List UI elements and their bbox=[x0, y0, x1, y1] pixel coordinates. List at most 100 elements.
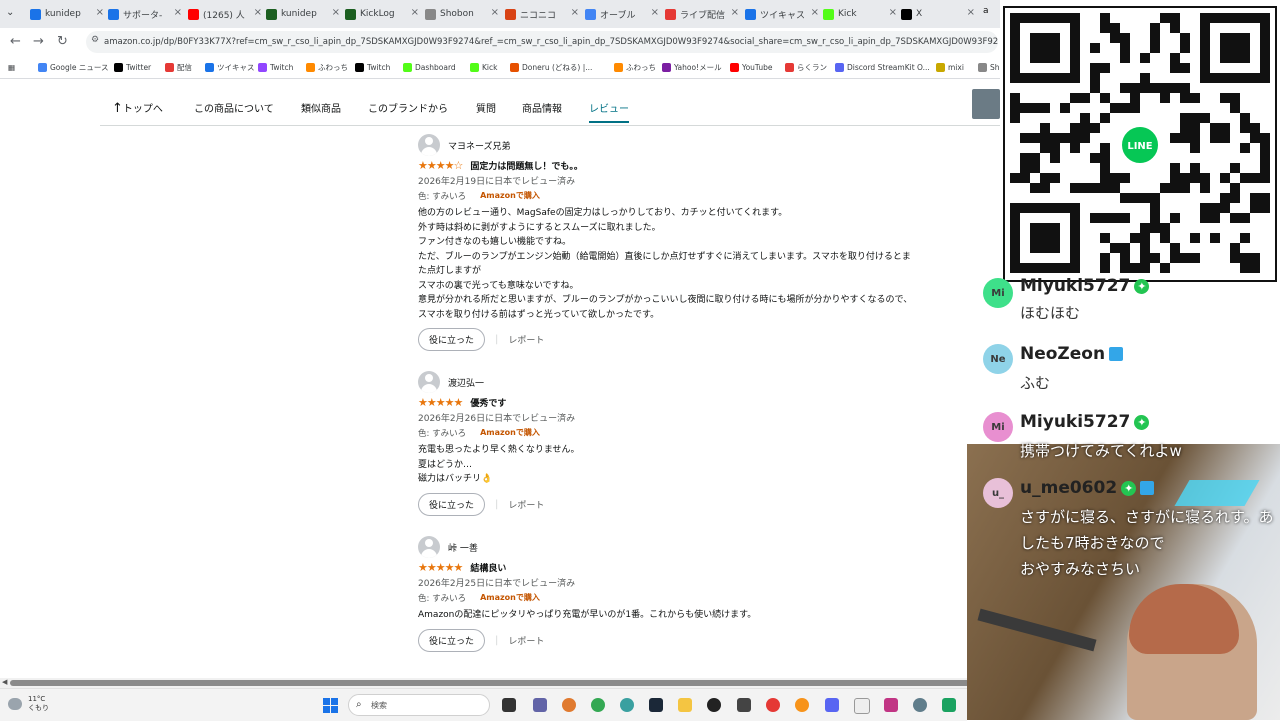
chrome-icon[interactable] bbox=[591, 698, 605, 712]
address-bar[interactable]: ⚙ amazon.co.jp/dp/B0FY33K77X?ref=cm_sw_r… bbox=[86, 31, 998, 53]
bookmark-item[interactable]: Google ニュース bbox=[38, 60, 108, 74]
bookmark-item[interactable]: Dashboard bbox=[403, 60, 456, 74]
browser-tab[interactable]: KickLog × bbox=[345, 4, 421, 24]
helpful-button[interactable]: 役に立った bbox=[418, 492, 486, 516]
weather-widget[interactable]: 11°C くもり bbox=[28, 695, 49, 713]
helpful-button[interactable]: 役に立った bbox=[418, 628, 486, 652]
app-icon[interactable] bbox=[737, 698, 751, 712]
browser-tab[interactable]: (1265) 人 × bbox=[188, 4, 264, 24]
bookmark-item[interactable]: Sh bbox=[978, 60, 1000, 74]
forward-arrow-icon[interactable]: → bbox=[33, 34, 44, 49]
close-tab-icon[interactable]: × bbox=[731, 7, 739, 18]
scroll-left-icon[interactable]: ◀ bbox=[2, 678, 7, 686]
site-info-icon[interactable]: ⚙ bbox=[91, 35, 99, 45]
browser-tab[interactable]: ニコニコ × bbox=[505, 4, 581, 24]
close-tab-icon[interactable]: × bbox=[254, 7, 262, 18]
app-icon[interactable] bbox=[942, 698, 956, 712]
bookmark-item[interactable]: Doneru (どねる) |... bbox=[510, 60, 592, 74]
app-icon[interactable] bbox=[884, 698, 898, 712]
amazon-tab-icon[interactable]: a bbox=[983, 6, 995, 18]
star-rating[interactable]: ★★★★★ bbox=[418, 561, 463, 574]
product-thumbnail[interactable] bbox=[972, 89, 1000, 119]
subnav-product-info-link[interactable]: 商品情報 bbox=[522, 100, 562, 115]
teams-icon[interactable] bbox=[533, 698, 547, 712]
bookmark-favicon-icon bbox=[258, 62, 267, 72]
subnav-reviews-link[interactable]: レビュー bbox=[589, 100, 629, 123]
back-arrow-icon[interactable]: ← bbox=[10, 34, 21, 49]
bookmark-item[interactable]: ふわっち bbox=[614, 60, 656, 74]
bookmark-item[interactable]: Twitter bbox=[114, 60, 151, 74]
subnav-similar-link[interactable]: 類似商品 bbox=[301, 100, 341, 115]
subnav-questions-link[interactable]: 質問 bbox=[476, 100, 496, 115]
browser-tab[interactable]: Kick × bbox=[823, 4, 899, 24]
helpful-button[interactable]: 役に立った bbox=[418, 328, 486, 351]
discord-icon[interactable] bbox=[825, 698, 839, 712]
close-tab-icon[interactable]: × bbox=[96, 7, 104, 18]
bookmark-item[interactable]: mixi bbox=[936, 60, 964, 74]
file-explorer-icon[interactable] bbox=[678, 698, 692, 712]
report-link[interactable]: レポート bbox=[508, 634, 544, 647]
subnav-brand-link[interactable]: このブランドから bbox=[368, 100, 448, 115]
subnav-about-link[interactable]: この商品について bbox=[194, 100, 274, 115]
chat-message-text: さすがに寝る、さすがに寝るれす。あしたも7時おきなので おやすみなさちい bbox=[1020, 508, 1274, 578]
obs-icon[interactable] bbox=[707, 698, 721, 712]
close-tab-icon[interactable]: × bbox=[411, 7, 419, 18]
bookmark-item[interactable]: Discord StreamKit O... bbox=[835, 60, 930, 74]
browser-tab[interactable]: ライブ配信 × bbox=[665, 4, 741, 24]
task-view-icon[interactable] bbox=[502, 698, 516, 712]
bookmark-label: Google ニュース bbox=[50, 62, 109, 72]
bookmark-item[interactable]: ふわっち bbox=[306, 60, 348, 74]
report-link[interactable]: レポート bbox=[508, 498, 544, 511]
browser-tab[interactable]: オーブル × bbox=[585, 4, 661, 24]
close-tab-icon[interactable]: × bbox=[491, 7, 499, 18]
scrollbar-thumb[interactable] bbox=[10, 680, 995, 686]
close-tab-icon[interactable]: × bbox=[967, 7, 975, 18]
browser-tab[interactable]: kunidep × bbox=[266, 4, 342, 24]
close-tab-icon[interactable]: × bbox=[571, 7, 579, 18]
close-tab-icon[interactable]: × bbox=[651, 7, 659, 18]
windows-start-icon[interactable] bbox=[323, 698, 338, 713]
apps-grid-icon[interactable]: ▦ bbox=[8, 60, 15, 74]
horizontal-scrollbar[interactable]: ◀ bbox=[0, 678, 1000, 688]
review-title[interactable]: 固定力は問題無し！でも。。 bbox=[470, 159, 583, 172]
bitcoin-icon[interactable] bbox=[795, 698, 809, 712]
bookmark-favicon-icon bbox=[978, 62, 987, 72]
bookmark-item[interactable]: らくラン bbox=[785, 60, 827, 74]
star-rating[interactable]: ★★★★★ bbox=[418, 396, 463, 409]
close-tab-icon[interactable]: × bbox=[811, 7, 819, 18]
bookmark-item[interactable]: Twitch bbox=[355, 60, 390, 74]
browser-tab[interactable]: Shobon × bbox=[425, 4, 501, 24]
bookmark-item[interactable]: Kick bbox=[470, 60, 497, 74]
taskbar-search[interactable]: ⌕ 検索 bbox=[348, 694, 490, 716]
bookmark-item[interactable]: ツイキャス bbox=[205, 60, 255, 74]
notepad-icon[interactable] bbox=[854, 698, 870, 714]
browser-tab[interactable]: ツイキャス × bbox=[745, 4, 821, 24]
star-rating[interactable]: ★★★★☆ bbox=[418, 159, 463, 172]
browser-tab[interactable]: kunidep × bbox=[30, 4, 106, 24]
bookmark-item[interactable]: 配信 bbox=[165, 60, 192, 74]
record-icon[interactable] bbox=[766, 698, 780, 712]
tab-search-chevron-icon[interactable]: ⌄ bbox=[6, 7, 14, 18]
reload-icon[interactable]: ↻ bbox=[57, 34, 68, 49]
copilot-icon[interactable] bbox=[562, 698, 576, 712]
browser-tab[interactable]: X × bbox=[901, 4, 977, 24]
review-title[interactable]: 結構良い bbox=[470, 561, 506, 574]
close-tab-icon[interactable]: × bbox=[889, 7, 897, 18]
close-tab-icon[interactable]: × bbox=[332, 7, 340, 18]
close-tab-icon[interactable]: × bbox=[174, 7, 182, 18]
chat-message-text: 携帯つけてみてくれよw bbox=[1020, 442, 1182, 460]
settings-gear-icon[interactable] bbox=[913, 698, 927, 712]
browser-tab[interactable]: サポータ- × bbox=[108, 4, 184, 24]
steam-icon[interactable] bbox=[649, 698, 663, 712]
reviewer-name[interactable]: マヨネーズ兄弟 bbox=[448, 139, 511, 152]
edge-icon[interactable] bbox=[620, 698, 634, 712]
report-link[interactable]: レポート bbox=[508, 333, 544, 346]
bookmark-item[interactable]: Yahoo!メール bbox=[662, 60, 722, 74]
chat-username: Miyuki5727 ✦ bbox=[1020, 412, 1150, 432]
bookmark-item[interactable]: Twitch bbox=[258, 60, 293, 74]
subnav-top-link[interactable]: ↑トップへ bbox=[112, 100, 163, 116]
reviewer-name[interactable]: 峠 一善 bbox=[448, 541, 478, 554]
bookmark-item[interactable]: YouTube bbox=[730, 60, 773, 74]
reviewer-name[interactable]: 渡辺弘一 bbox=[448, 376, 484, 389]
review-title[interactable]: 優秀です bbox=[470, 396, 506, 409]
